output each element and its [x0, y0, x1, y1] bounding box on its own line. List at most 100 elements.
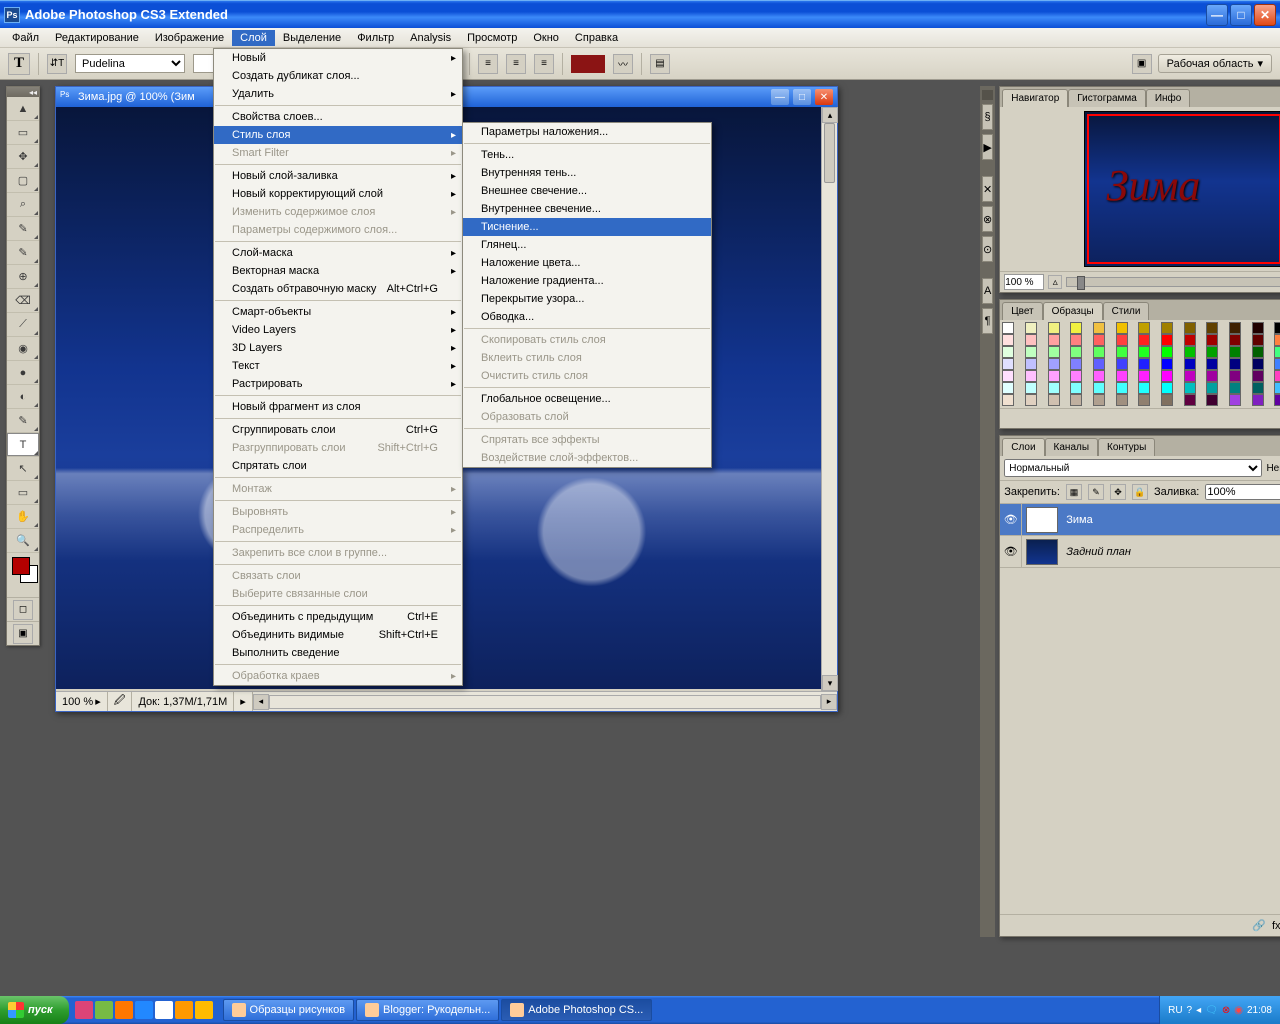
swatch[interactable]: [1274, 382, 1280, 394]
lock-position-button[interactable]: ✥: [1110, 484, 1126, 500]
maximize-button[interactable]: □: [1230, 4, 1252, 26]
swatch[interactable]: [1274, 322, 1280, 334]
navigator-zoom-input[interactable]: [1004, 274, 1044, 290]
lock-all-button[interactable]: 🔒: [1132, 484, 1148, 500]
zoom-slider[interactable]: [1066, 277, 1280, 287]
swatch[interactable]: [1002, 370, 1014, 382]
clock[interactable]: 21:08: [1247, 1005, 1272, 1016]
swatch[interactable]: [1206, 382, 1218, 394]
swatch[interactable]: [1138, 358, 1150, 370]
tool-button[interactable]: ✎: [7, 409, 39, 433]
tool-button[interactable]: ▲: [7, 97, 39, 121]
swatch[interactable]: [1048, 322, 1060, 334]
swatch[interactable]: [1116, 346, 1128, 358]
collapsed-panel-button[interactable]: ⊗: [982, 206, 993, 232]
tool-button[interactable]: ▢: [7, 169, 39, 193]
swatch[interactable]: [1184, 322, 1196, 334]
collapsed-panel-button[interactable]: ¶: [982, 308, 993, 334]
tool-button[interactable]: ⌫: [7, 289, 39, 313]
swatch[interactable]: [1206, 346, 1218, 358]
align-right-button[interactable]: ≡: [534, 54, 554, 74]
swatch[interactable]: [1184, 382, 1196, 394]
swatch[interactable]: [1093, 394, 1105, 406]
font-family-select[interactable]: Pudelina: [75, 54, 185, 73]
swatch[interactable]: [1184, 358, 1196, 370]
doc-close-button[interactable]: ✕: [815, 89, 833, 105]
swatch[interactable]: [1070, 346, 1082, 358]
menu-item[interactable]: Параметры наложения...: [463, 123, 711, 141]
swatch[interactable]: [1229, 322, 1241, 334]
menu-item[interactable]: Тиснение...: [463, 218, 711, 236]
layer-style-button[interactable]: fx▾: [1272, 919, 1280, 932]
swatch[interactable]: [1093, 322, 1105, 334]
panel-tab[interactable]: Стили: [1103, 302, 1150, 320]
swatch[interactable]: [1093, 358, 1105, 370]
blend-mode-select[interactable]: Нормальный: [1004, 459, 1262, 477]
taskbar-task[interactable]: Blogger: Рукодельн...: [356, 999, 499, 1021]
strip-handle[interactable]: [982, 90, 993, 100]
swatch[interactable]: [1138, 334, 1150, 346]
tool-button[interactable]: ✎: [7, 241, 39, 265]
swatch[interactable]: [1252, 322, 1264, 334]
quick-launch-icon[interactable]: [175, 1001, 193, 1019]
menu-item[interactable]: Внутреннее свечение...: [463, 200, 711, 218]
swatch[interactable]: [1093, 346, 1105, 358]
swatch[interactable]: [1002, 358, 1014, 370]
tool-button[interactable]: ●: [7, 361, 39, 385]
tray-icon[interactable]: 🗨: [1205, 1005, 1218, 1016]
swatch[interactable]: [1048, 382, 1060, 394]
swatch[interactable]: [1116, 358, 1128, 370]
vertical-scrollbar[interactable]: ▴ ▾: [821, 107, 837, 691]
taskbar-task[interactable]: Образцы рисунков: [223, 999, 355, 1021]
swatch[interactable]: [1161, 322, 1173, 334]
fill-input[interactable]: [1205, 484, 1280, 500]
swatch[interactable]: [1252, 358, 1264, 370]
swatch[interactable]: [1025, 394, 1037, 406]
menu-item[interactable]: Новый: [214, 49, 462, 67]
tool-button[interactable]: ✥: [7, 145, 39, 169]
menu-item[interactable]: Перекрытие узора...: [463, 290, 711, 308]
quick-mask-button[interactable]: ◻: [13, 600, 33, 620]
swatch[interactable]: [1025, 346, 1037, 358]
menu-item[interactable]: Новый слой-заливка: [214, 167, 462, 185]
screen-mode-button[interactable]: ▣: [13, 624, 33, 644]
tool-button[interactable]: ✋: [7, 505, 39, 529]
panel-tab[interactable]: Навигатор: [1002, 89, 1068, 107]
swatch[interactable]: [1070, 334, 1082, 346]
swatch[interactable]: [1116, 382, 1128, 394]
swatch[interactable]: [1206, 370, 1218, 382]
swatch[interactable]: [1048, 334, 1060, 346]
swatch[interactable]: [1184, 334, 1196, 346]
swatch[interactable]: [1138, 322, 1150, 334]
scroll-up-button[interactable]: ▴: [822, 107, 838, 123]
panel-tab[interactable]: Каналы: [1045, 438, 1099, 456]
collapsed-panel-button[interactable]: A: [982, 278, 993, 304]
menu-item[interactable]: Слой-маска: [214, 244, 462, 262]
swatch[interactable]: [1116, 334, 1128, 346]
menu-item[interactable]: Спрятать слои: [214, 457, 462, 475]
quick-launch-icon[interactable]: [155, 1001, 173, 1019]
menu-фильтр[interactable]: Фильтр: [349, 30, 402, 46]
close-button[interactable]: ✕: [1254, 4, 1276, 26]
tool-button[interactable]: ▭: [7, 121, 39, 145]
swatch[interactable]: [1206, 322, 1218, 334]
menu-изображение[interactable]: Изображение: [147, 30, 232, 46]
swatch[interactable]: [1229, 370, 1241, 382]
menu-item[interactable]: Наложение цвета...: [463, 254, 711, 272]
menu-item[interactable]: Внешнее свечение...: [463, 182, 711, 200]
panel-tab[interactable]: Гистограмма: [1068, 89, 1146, 107]
language-indicator[interactable]: RU: [1168, 1005, 1182, 1016]
swatch[interactable]: [1184, 394, 1196, 406]
quick-launch-icon[interactable]: [95, 1001, 113, 1019]
swatch[interactable]: [1048, 358, 1060, 370]
zoom-out-button[interactable]: ▵: [1048, 275, 1062, 289]
menu-слой[interactable]: Слой: [232, 30, 275, 46]
tool-button[interactable]: 🔍: [7, 529, 39, 553]
swatch[interactable]: [1274, 346, 1280, 358]
swatch[interactable]: [1116, 322, 1128, 334]
menu-item[interactable]: Объединить видимыеShift+Ctrl+E: [214, 626, 462, 644]
swatch[interactable]: [1229, 382, 1241, 394]
swatch[interactable]: [1025, 382, 1037, 394]
tool-button[interactable]: ⌕: [7, 193, 39, 217]
swatch[interactable]: [1070, 382, 1082, 394]
